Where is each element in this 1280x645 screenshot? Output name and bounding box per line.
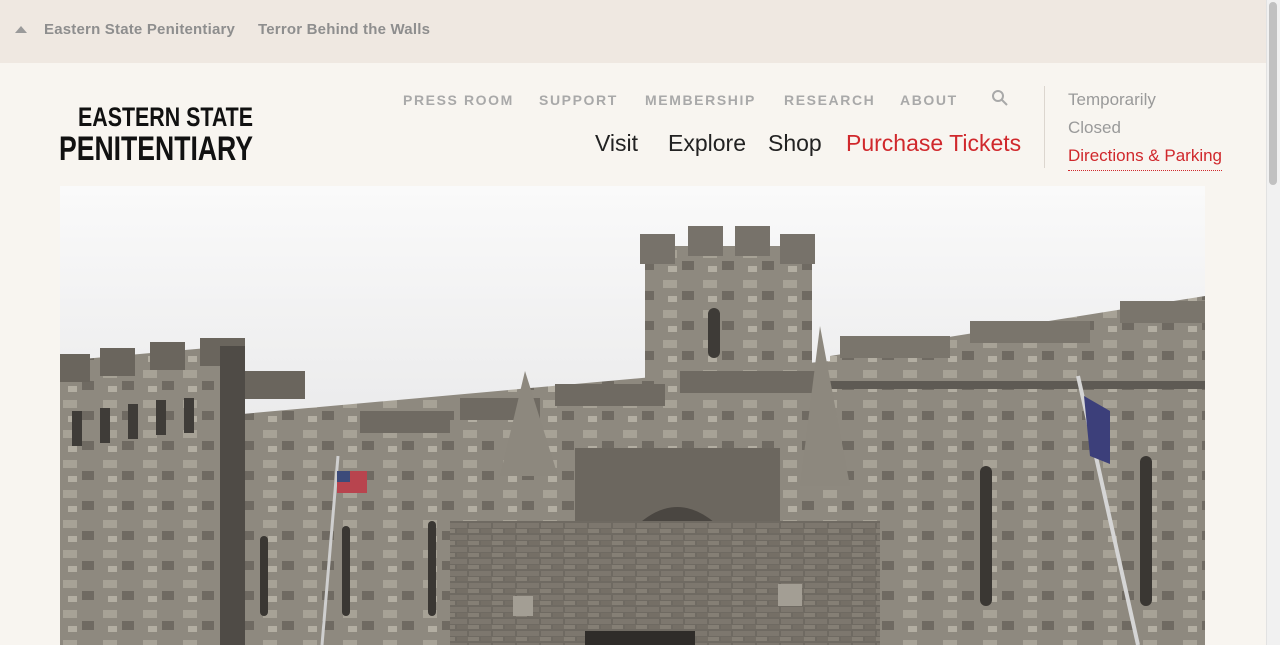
status-line1: Temporarily: [1068, 90, 1156, 109]
logo-line1: EASTERN STATE: [78, 102, 253, 132]
nav-visit[interactable]: Visit: [595, 130, 638, 157]
nav-membership[interactable]: MEMBERSHIP: [645, 92, 756, 108]
nav-about[interactable]: ABOUT: [900, 92, 958, 108]
nav-research[interactable]: RESEARCH: [784, 92, 875, 108]
nav-explore[interactable]: Explore: [668, 130, 746, 157]
site-logo[interactable]: EASTERN STATE PENITENTIARY: [59, 98, 255, 166]
status-text: Temporarily Closed: [1068, 86, 1156, 142]
scrollbar-thumb[interactable]: [1269, 2, 1277, 185]
nav-purchase-tickets[interactable]: Purchase Tickets: [846, 130, 1021, 157]
top-bar: Eastern State Penitentiary Terror Behind…: [0, 0, 1266, 63]
nav-shop[interactable]: Shop: [768, 130, 822, 157]
search-icon[interactable]: [991, 89, 1009, 107]
logo-line2: PENITENTIARY: [59, 130, 253, 166]
nav-press-room[interactable]: PRESS ROOM: [403, 92, 514, 108]
topbar-link-terror[interactable]: Terror Behind the Walls: [258, 21, 430, 38]
hero-image: [60, 186, 1205, 645]
directions-parking-link[interactable]: Directions & Parking: [1068, 142, 1223, 171]
status-line2: Closed: [1068, 118, 1121, 137]
header-divider: [1044, 86, 1045, 168]
topbar-link-esp[interactable]: Eastern State Penitentiary: [44, 21, 235, 38]
nav-support[interactable]: SUPPORT: [539, 92, 618, 108]
caret-up-icon[interactable]: [15, 26, 27, 33]
